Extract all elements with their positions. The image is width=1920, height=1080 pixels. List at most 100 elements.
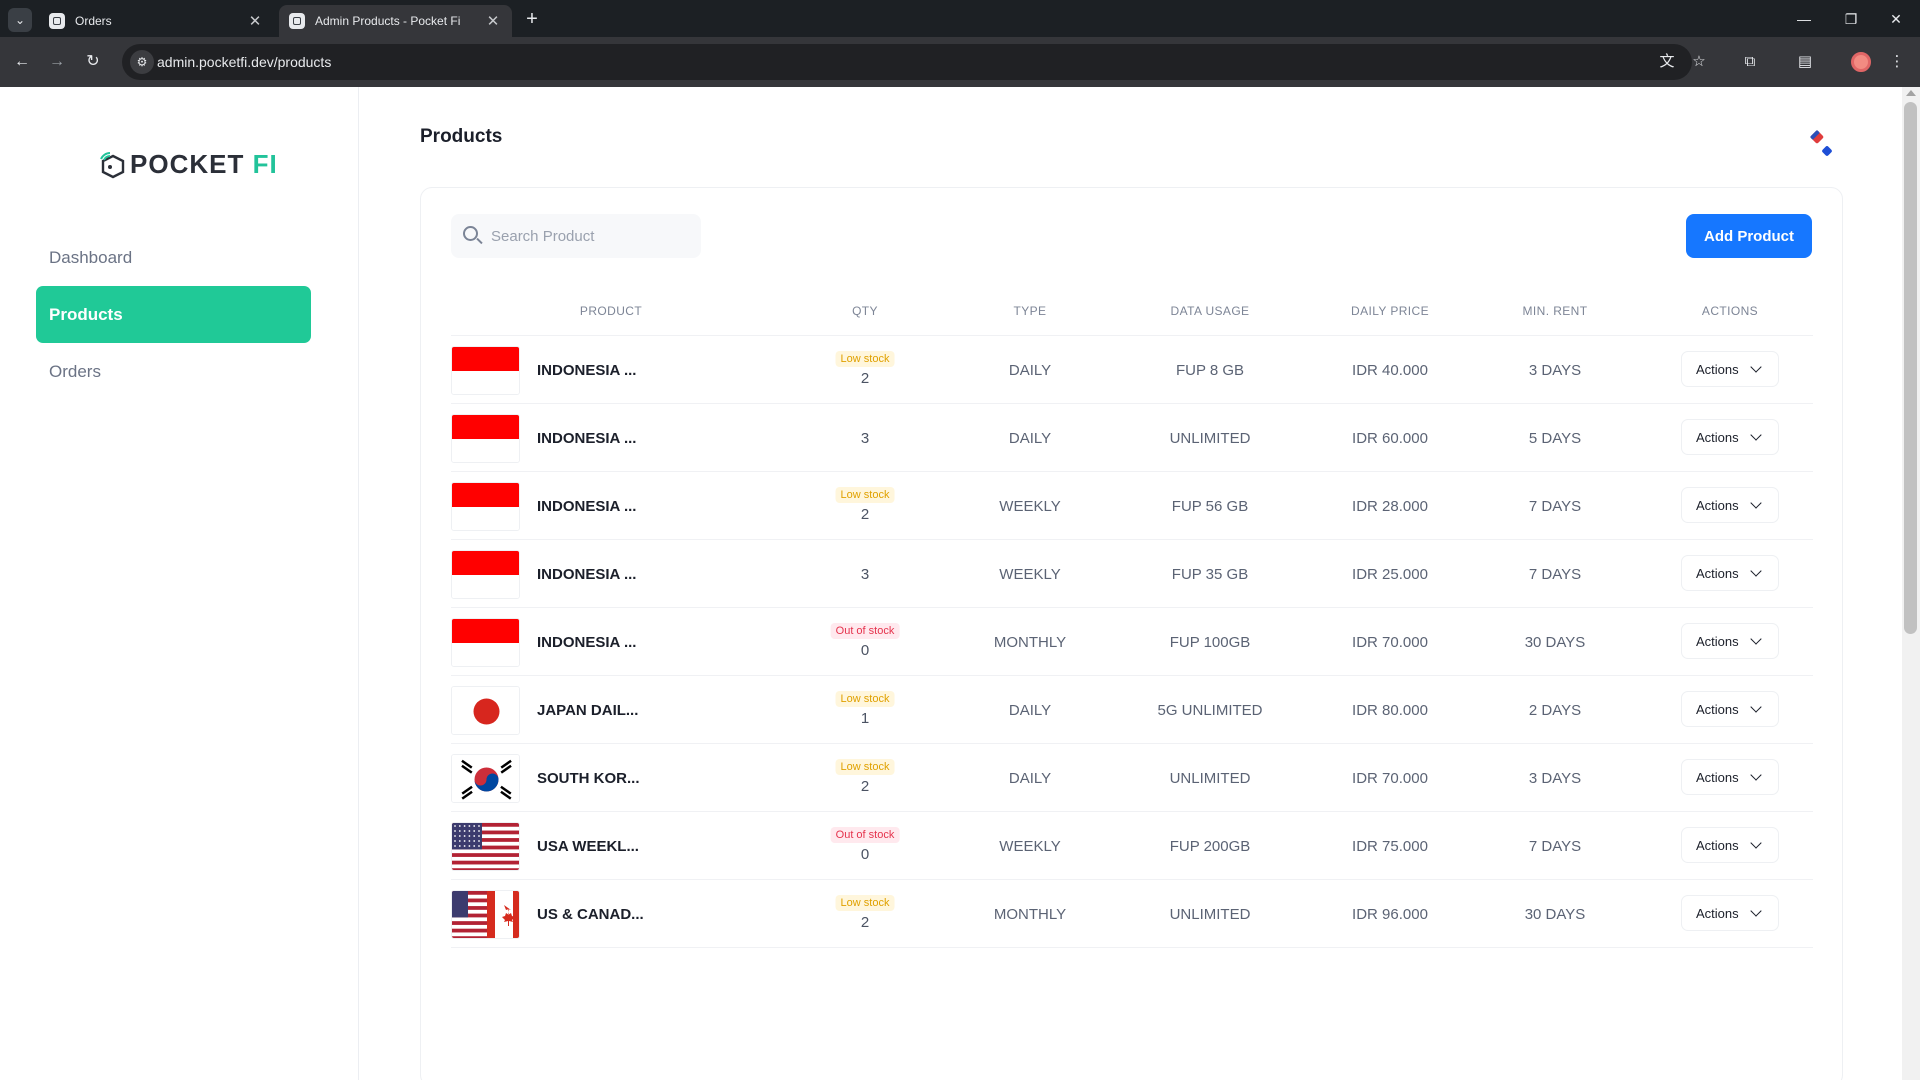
actions-dropdown-button[interactable]: Actions: [1681, 555, 1779, 591]
stock-status-badge: Low stock: [835, 691, 895, 707]
actions-dropdown-button[interactable]: Actions: [1681, 759, 1779, 795]
daily-price-cell: IDR 40.000: [1352, 362, 1428, 379]
pocket-fi-logo[interactable]: POCKET FI: [98, 149, 278, 180]
table-row[interactable]: INDONESIA ... 3 DAILY UNLIMITED IDR 60.000 5 …: [451, 404, 1813, 472]
type-cell: DAILY: [1008, 702, 1052, 719]
table-row[interactable]: INDONESIA ... Low stock 2 DAILY FUP 8 GB IDR …: [451, 336, 1813, 404]
address-bar[interactable]: ⚙ admin.pocketfi.dev/products 文: [122, 44, 1692, 80]
column-header-qty[interactable]: QTY: [852, 304, 878, 318]
products-card: Search Product Add Product PRODUCT QTY T…: [420, 187, 1843, 1080]
table-row[interactable]: USA WEEKL... Out of stock 0 WEEKLY FUP 200GB…: [451, 812, 1813, 880]
qty-value: 0: [860, 642, 870, 659]
sidebar-item-products[interactable]: Products: [36, 286, 311, 343]
sidebar: POCKET FI Dashboard Products Orders: [0, 87, 359, 1080]
restore-icon[interactable]: ❐: [1831, 6, 1871, 32]
reload-icon[interactable]: ↻: [80, 49, 106, 75]
daily-price-cell: IDR 96.000: [1352, 906, 1428, 923]
table-row[interactable]: US & CANAD... Low stock 2 MONTHLY UNLIMITED I…: [451, 880, 1813, 948]
table-row[interactable]: SOUTH KOR... Low stock 2 DAILY UNLIMITED IDR …: [451, 744, 1813, 812]
new-tab-icon[interactable]: +: [520, 8, 544, 32]
actions-dropdown-button[interactable]: Actions: [1681, 827, 1779, 863]
product-name[interactable]: INDONESIA ...: [537, 634, 636, 651]
table-row[interactable]: INDONESIA ... Out of stock 0 MONTHLY FUP 100…: [451, 608, 1813, 676]
window-close-icon[interactable]: ✕: [1876, 6, 1916, 32]
indonesia-flag: [451, 550, 520, 599]
stock-status-badge: Low stock: [835, 487, 895, 503]
japan-flag: [451, 686, 520, 735]
qty-value: 1: [860, 710, 870, 727]
column-header-type[interactable]: TYPE: [1014, 304, 1047, 318]
close-tab-icon[interactable]: ✕: [484, 12, 502, 30]
product-name[interactable]: USA WEEKL...: [537, 838, 639, 855]
south-korea-flag: [451, 754, 520, 803]
type-cell: MONTHLY: [993, 906, 1067, 923]
product-name[interactable]: US & CANAD...: [537, 906, 644, 923]
actions-label: Actions: [1696, 769, 1739, 785]
side-panel-icon[interactable]: ▤: [1792, 49, 1818, 75]
chevron-down-icon: [1750, 769, 1762, 781]
product-name[interactable]: INDONESIA ...: [537, 566, 636, 583]
tab-search-chevron-icon[interactable]: ⌄: [8, 8, 32, 32]
min-rent-cell: 3 DAYS: [1528, 362, 1582, 379]
actions-dropdown-button[interactable]: Actions: [1681, 895, 1779, 931]
search-input[interactable]: Search Product: [491, 228, 594, 245]
stock-status-badge: Low stock: [835, 759, 895, 775]
url-text[interactable]: admin.pocketfi.dev/products: [157, 54, 331, 70]
actions-dropdown-button[interactable]: Actions: [1681, 487, 1779, 523]
browser-tab-orders[interactable]: Orders ✕: [39, 5, 274, 37]
forward-icon[interactable]: →: [44, 49, 70, 75]
actions-dropdown-button[interactable]: Actions: [1681, 351, 1779, 387]
qty-value: 3: [860, 430, 870, 447]
product-name[interactable]: INDONESIA ...: [537, 362, 636, 379]
actions-dropdown-button[interactable]: Actions: [1681, 623, 1779, 659]
search-box[interactable]: Search Product: [451, 214, 701, 258]
column-header-min-rent[interactable]: MIN. RENT: [1523, 304, 1588, 318]
column-header-actions: ACTIONS: [1701, 304, 1759, 318]
product-name[interactable]: SOUTH KOR...: [537, 770, 640, 787]
scrollbar-thumb[interactable]: [1904, 102, 1917, 634]
bookmark-star-icon[interactable]: ☆: [1686, 49, 1712, 75]
page-title: Products: [420, 126, 503, 147]
close-tab-icon[interactable]: ✕: [246, 12, 264, 30]
chevron-down-icon: [1750, 633, 1762, 645]
data-usage-cell: FUP 200GB: [1169, 838, 1251, 855]
min-rent-cell: 3 DAYS: [1528, 770, 1582, 787]
qty-value: 2: [860, 914, 870, 931]
actions-dropdown-button[interactable]: Actions: [1681, 419, 1779, 455]
table-header: PRODUCT QTY TYPE DATA USAGE DAILY PRICE …: [451, 290, 1813, 336]
column-header-product[interactable]: PRODUCT: [580, 304, 642, 318]
column-header-daily-price[interactable]: DAILY PRICE: [1351, 304, 1429, 318]
actions-dropdown-button[interactable]: Actions: [1681, 691, 1779, 727]
usa-flag: [451, 822, 520, 871]
browser-menu-icon[interactable]: ⋮: [1884, 49, 1910, 75]
sidebar-item-dashboard[interactable]: Dashboard: [36, 229, 311, 286]
column-header-data-usage[interactable]: DATA USAGE: [1171, 304, 1250, 318]
min-rent-cell: 2 DAYS: [1528, 702, 1582, 719]
logo-text: POCKET FI: [130, 149, 278, 179]
minimize-icon[interactable]: —: [1784, 6, 1824, 32]
table-row[interactable]: INDONESIA ... Low stock 2 WEEKLY FUP 56 GB ID…: [451, 472, 1813, 540]
data-usage-cell: UNLIMITED: [1169, 430, 1251, 447]
browser-tab-products[interactable]: Admin Products - Pocket Fi ✕: [279, 5, 512, 37]
site-info-icon[interactable]: ⚙: [130, 50, 154, 74]
back-icon[interactable]: ←: [9, 49, 35, 75]
translate-icon[interactable]: 文: [1657, 52, 1677, 72]
qty-cell: Low stock 2: [835, 759, 895, 795]
data-usage-cell: UNLIMITED: [1169, 770, 1251, 787]
product-name[interactable]: JAPAN DAIL...: [537, 702, 638, 719]
daily-price-cell: IDR 28.000: [1352, 498, 1428, 515]
actions-label: Actions: [1696, 565, 1739, 581]
sidebar-item-orders[interactable]: Orders: [36, 343, 311, 400]
table-row[interactable]: JAPAN DAIL... Low stock 1 DAILY 5G UNLIMITED…: [451, 676, 1813, 744]
min-rent-cell: 7 DAYS: [1528, 838, 1582, 855]
table-row[interactable]: INDONESIA ... 3 WEEKLY FUP 35 GB IDR 25.000 7…: [451, 540, 1813, 608]
product-name[interactable]: INDONESIA ...: [537, 430, 636, 447]
qty-cell: Out of stock 0: [830, 623, 900, 659]
profile-avatar[interactable]: [1851, 52, 1871, 72]
indonesia-flag: [451, 482, 520, 531]
extensions-icon[interactable]: ⧉: [1737, 49, 1763, 75]
chevron-down-icon: [1750, 565, 1762, 577]
scroll-up-arrow-icon[interactable]: [1906, 90, 1916, 96]
add-product-button[interactable]: Add Product: [1686, 214, 1812, 258]
product-name[interactable]: INDONESIA ...: [537, 498, 636, 515]
